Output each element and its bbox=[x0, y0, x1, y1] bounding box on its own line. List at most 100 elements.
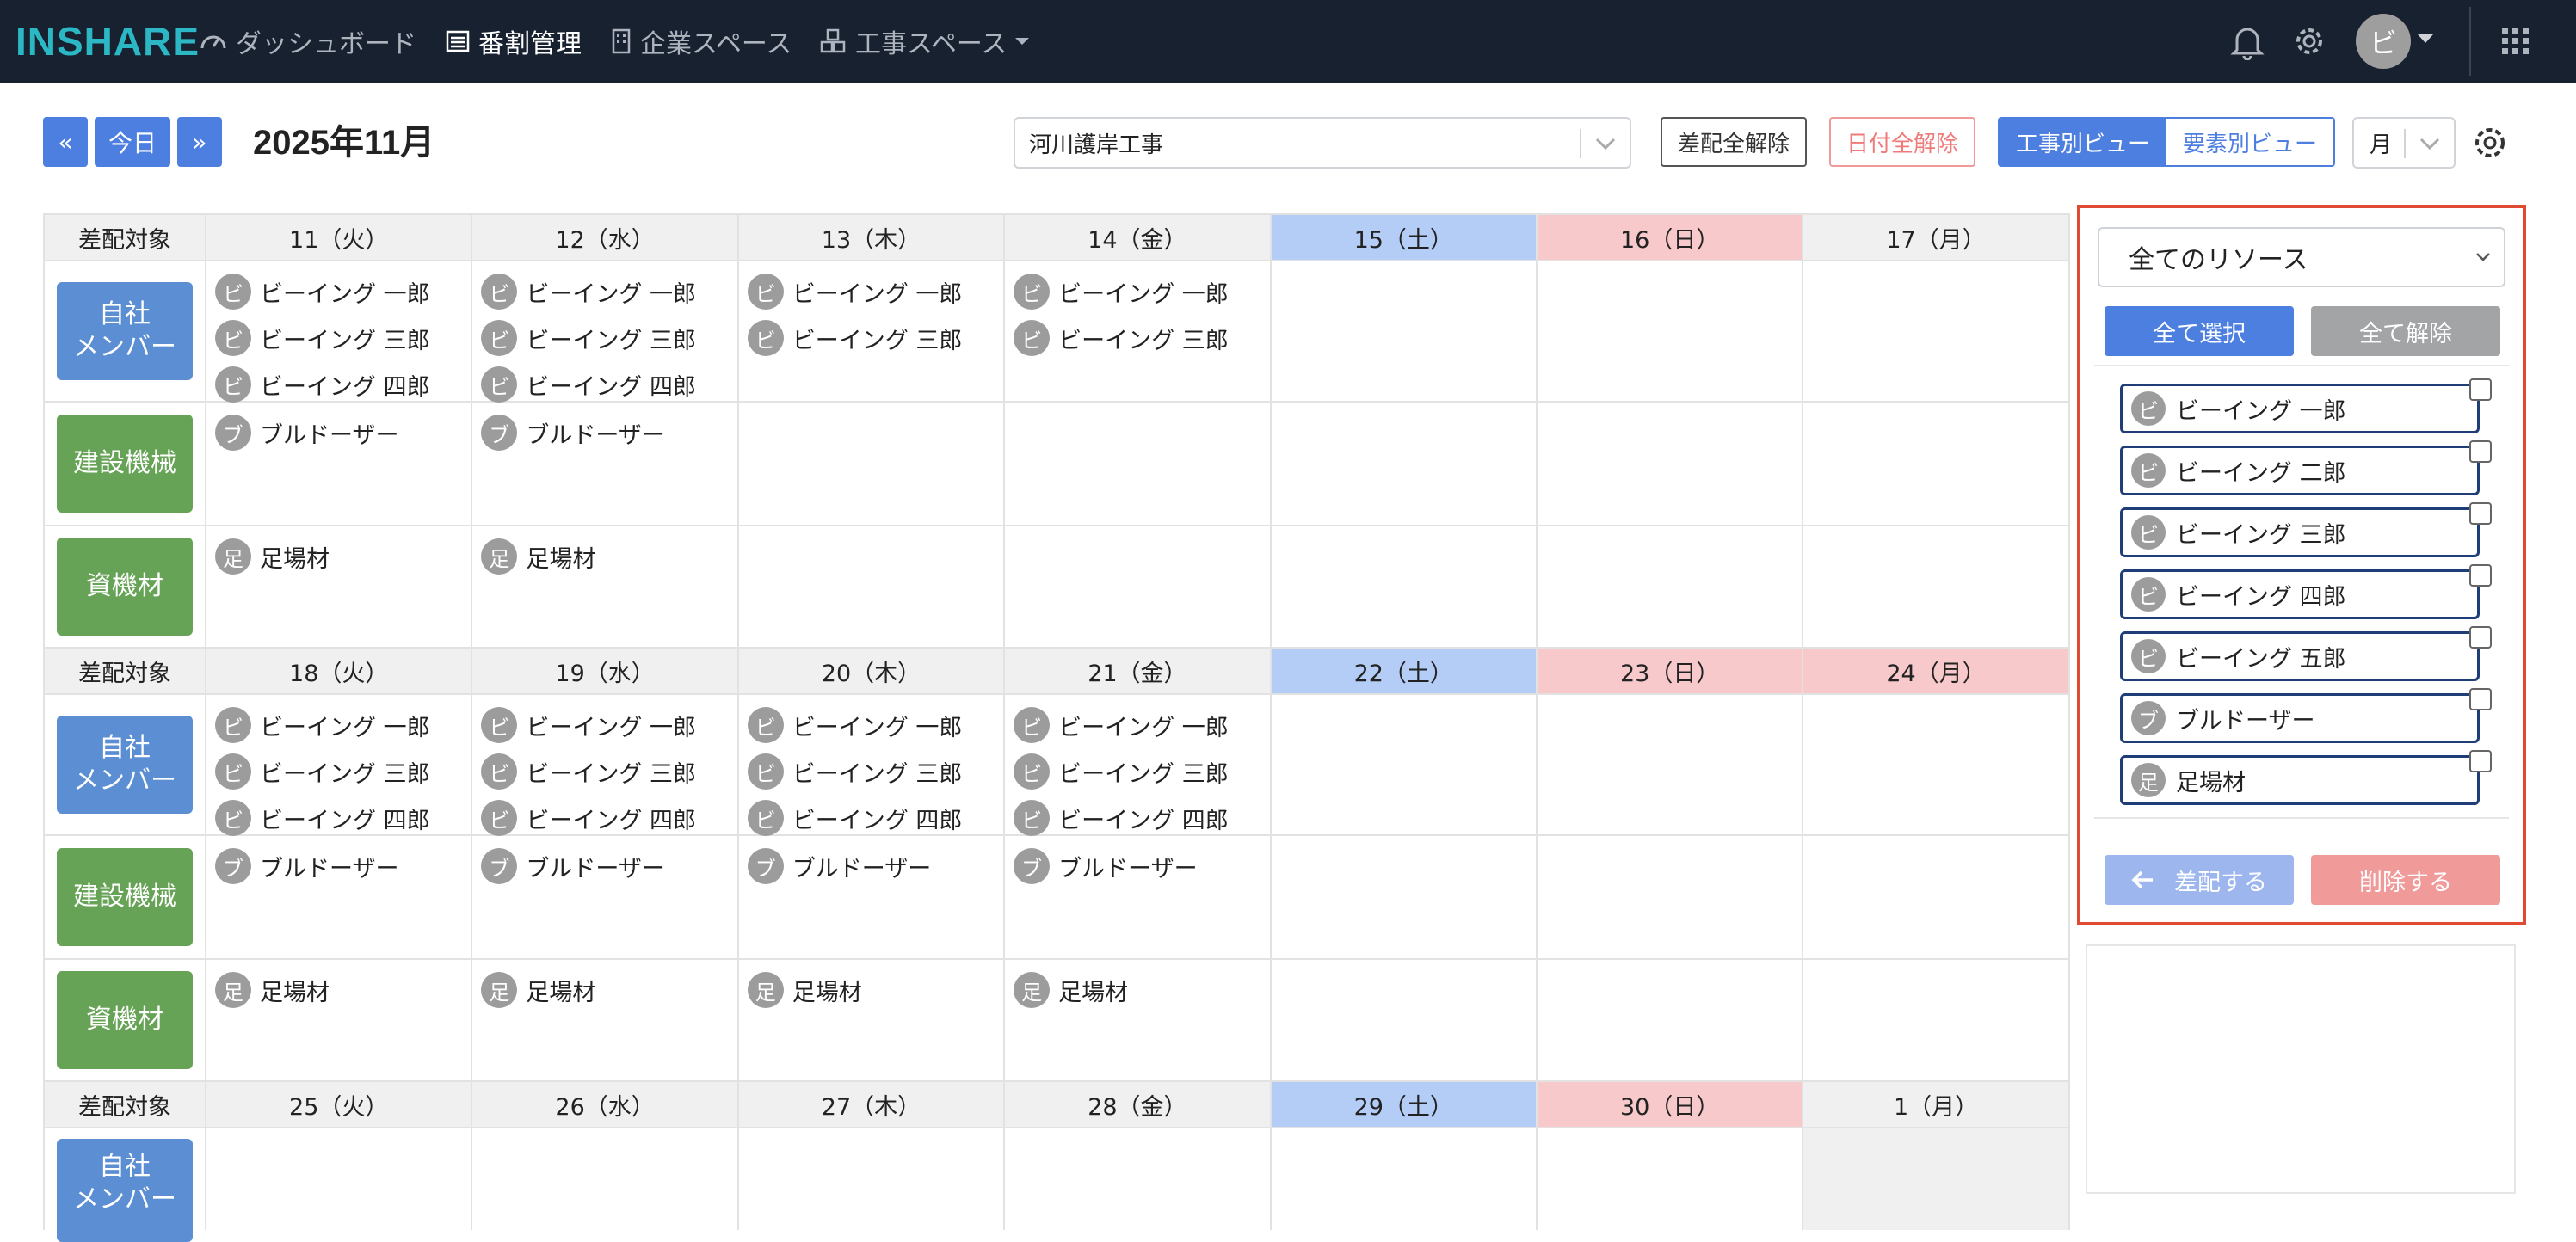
assigned-resource-chip[interactable]: ビビーイング 一郎 bbox=[1014, 702, 1269, 748]
day-cell[interactable] bbox=[1537, 403, 1804, 525]
assigned-resource-chip[interactable]: ブブルドーザー bbox=[747, 843, 1003, 889]
day-cell[interactable]: 足足場材 bbox=[738, 960, 1006, 1080]
assign-button[interactable]: 差配する bbox=[2105, 855, 2294, 905]
assigned-resource-chip[interactable]: ビビーイング 四郎 bbox=[481, 795, 736, 841]
day-cell[interactable] bbox=[1271, 1128, 1538, 1230]
user-avatar[interactable]: ビ bbox=[2356, 14, 2411, 69]
assigned-resource-chip[interactable]: 足足場材 bbox=[481, 533, 736, 580]
day-header[interactable]: 20（木） bbox=[738, 647, 1006, 693]
row-label-materials[interactable]: 資機材 bbox=[57, 538, 193, 636]
day-cell[interactable] bbox=[1803, 960, 2070, 1080]
day-cell[interactable]: ブブルドーザー bbox=[738, 836, 1006, 958]
day-cell[interactable] bbox=[1271, 403, 1538, 525]
day-header[interactable]: 25（火） bbox=[206, 1080, 473, 1127]
assigned-resource-chip[interactable]: ビビーイング 一郎 bbox=[747, 268, 1003, 315]
day-cell[interactable] bbox=[1803, 1128, 2070, 1230]
row-label-members[interactable]: 自社 メンバー bbox=[57, 1139, 193, 1242]
view-by-project-button[interactable]: 工事別ビュー bbox=[2000, 119, 2166, 165]
row-label-machines[interactable]: 建設機械 bbox=[57, 848, 193, 946]
day-cell[interactable] bbox=[1803, 261, 2070, 401]
day-cell[interactable]: ビビーイング 一郎ビビーイング 三郎ビビーイング 四郎 bbox=[472, 261, 739, 403]
assigned-resource-chip[interactable]: 足足場材 bbox=[1014, 967, 1269, 1013]
day-header[interactable]: 24（月） bbox=[1803, 647, 2070, 693]
assigned-resource-chip[interactable]: ビビーイング 三郎 bbox=[747, 315, 1003, 361]
assigned-resource-chip[interactable]: ビビーイング 三郎 bbox=[481, 748, 736, 795]
calendar-settings-button[interactable] bbox=[2471, 124, 2509, 162]
next-month-button[interactable]: » bbox=[177, 117, 222, 167]
day-header[interactable]: 29（土） bbox=[1271, 1080, 1538, 1127]
assigned-resource-chip[interactable]: ビビーイング 一郎 bbox=[481, 702, 736, 748]
row-label-materials[interactable]: 資機材 bbox=[57, 971, 193, 1069]
period-select[interactable]: 月 bbox=[2352, 117, 2456, 169]
day-cell[interactable] bbox=[1271, 960, 1538, 1080]
day-header[interactable]: 13（木） bbox=[738, 213, 1006, 260]
day-cell[interactable]: ブブルドーザー bbox=[1005, 836, 1272, 958]
assigned-resource-chip[interactable]: ビビーイング 四郎 bbox=[215, 795, 471, 841]
resource-checkbox[interactable] bbox=[2469, 502, 2492, 525]
day-cell[interactable]: 足足場材 bbox=[472, 526, 739, 647]
assigned-resource-chip[interactable]: ビビーイング 三郎 bbox=[215, 315, 471, 361]
resource-list-item[interactable]: ビビーイング 三郎 bbox=[2120, 507, 2480, 557]
day-cell[interactable] bbox=[1005, 1128, 1272, 1230]
resource-list-item[interactable]: ビビーイング 五郎 bbox=[2120, 631, 2480, 681]
day-header[interactable]: 26（水） bbox=[472, 1080, 739, 1127]
day-cell[interactable] bbox=[1271, 526, 1538, 647]
apps-menu-button[interactable] bbox=[2493, 19, 2538, 64]
day-cell[interactable] bbox=[1803, 836, 2070, 958]
assigned-resource-chip[interactable]: ビビーイング 四郎 bbox=[215, 361, 471, 408]
settings-button[interactable] bbox=[2287, 19, 2332, 64]
resource-checkbox[interactable] bbox=[2469, 378, 2492, 401]
day-header[interactable]: 23（日） bbox=[1537, 647, 1804, 693]
assigned-resource-chip[interactable]: 足足場材 bbox=[481, 967, 736, 1013]
resource-list-item[interactable]: ビビーイング 一郎 bbox=[2120, 384, 2480, 433]
row-label-members[interactable]: 自社 メンバー bbox=[57, 282, 193, 380]
day-cell[interactable]: 足足場材 bbox=[1005, 960, 1272, 1080]
nav-construction-space[interactable]: 工事スペース bbox=[819, 21, 1039, 62]
day-cell[interactable]: 足足場材 bbox=[206, 526, 473, 647]
day-cell[interactable] bbox=[1271, 836, 1538, 958]
delete-button[interactable]: 削除する bbox=[2311, 855, 2500, 905]
day-cell[interactable] bbox=[1537, 526, 1804, 647]
day-cell[interactable] bbox=[1005, 403, 1272, 525]
resource-checkbox[interactable] bbox=[2469, 564, 2492, 587]
day-cell[interactable]: ビビーイング 一郎ビビーイング 三郎 bbox=[738, 261, 1006, 401]
day-cell[interactable]: ビビーイング 一郎ビビーイング 三郎ビビーイング 四郎 bbox=[1005, 695, 1272, 836]
resource-list-item[interactable]: 足足場材 bbox=[2120, 755, 2480, 805]
assigned-resource-chip[interactable]: ビビーイング 三郎 bbox=[481, 315, 736, 361]
resource-list-item[interactable]: ビビーイング 四郎 bbox=[2120, 569, 2480, 619]
assigned-resource-chip[interactable]: 足足場材 bbox=[215, 533, 471, 580]
day-cell[interactable] bbox=[738, 526, 1006, 647]
assigned-resource-chip[interactable]: ブブルドーザー bbox=[481, 409, 736, 456]
day-cell[interactable] bbox=[1271, 695, 1538, 834]
day-cell[interactable] bbox=[206, 1128, 473, 1230]
clear-all-assign-button[interactable]: 差配全解除 bbox=[1661, 117, 1807, 167]
day-cell[interactable] bbox=[1271, 261, 1538, 401]
day-header[interactable]: 12（水） bbox=[472, 213, 739, 260]
assigned-resource-chip[interactable]: ブブルドーザー bbox=[215, 843, 471, 889]
app-logo[interactable]: INSHARE bbox=[15, 19, 200, 64]
nav-assignment[interactable]: 番割管理 bbox=[446, 21, 582, 62]
nav-company-space[interactable]: 企業スペース bbox=[611, 21, 792, 62]
resource-list-item[interactable]: ビビーイング 二郎 bbox=[2120, 446, 2480, 495]
assigned-resource-chip[interactable]: ビビーイング 一郎 bbox=[1014, 268, 1269, 315]
day-cell[interactable]: ビビーイング 一郎ビビーイング 三郎ビビーイング 四郎 bbox=[206, 695, 473, 836]
day-header[interactable]: 27（木） bbox=[738, 1080, 1006, 1127]
assigned-resource-chip[interactable]: ビビーイング 三郎 bbox=[215, 748, 471, 795]
view-by-element-button[interactable]: 要素別ビュー bbox=[2166, 119, 2333, 165]
day-cell[interactable]: 足足場材 bbox=[206, 960, 473, 1080]
day-header[interactable]: 18（火） bbox=[206, 647, 473, 693]
day-cell[interactable] bbox=[1537, 695, 1804, 834]
notifications-button[interactable] bbox=[2225, 19, 2270, 64]
day-cell[interactable] bbox=[1537, 836, 1804, 958]
day-header[interactable]: 21（金） bbox=[1005, 647, 1272, 693]
day-cell[interactable]: ブブルドーザー bbox=[206, 403, 473, 525]
day-cell[interactable]: 足足場材 bbox=[472, 960, 739, 1080]
day-header[interactable]: 19（水） bbox=[472, 647, 739, 693]
resource-checkbox[interactable] bbox=[2469, 750, 2492, 772]
day-cell[interactable] bbox=[1803, 403, 2070, 525]
resource-list-item[interactable]: ブブルドーザー bbox=[2120, 693, 2480, 743]
day-cell[interactable]: ビビーイング 一郎ビビーイング 三郎 bbox=[1005, 261, 1272, 401]
assigned-resource-chip[interactable]: ビビーイング 一郎 bbox=[747, 702, 1003, 748]
assigned-resource-chip[interactable]: ビビーイング 一郎 bbox=[215, 268, 471, 315]
day-cell[interactable] bbox=[738, 1128, 1006, 1230]
